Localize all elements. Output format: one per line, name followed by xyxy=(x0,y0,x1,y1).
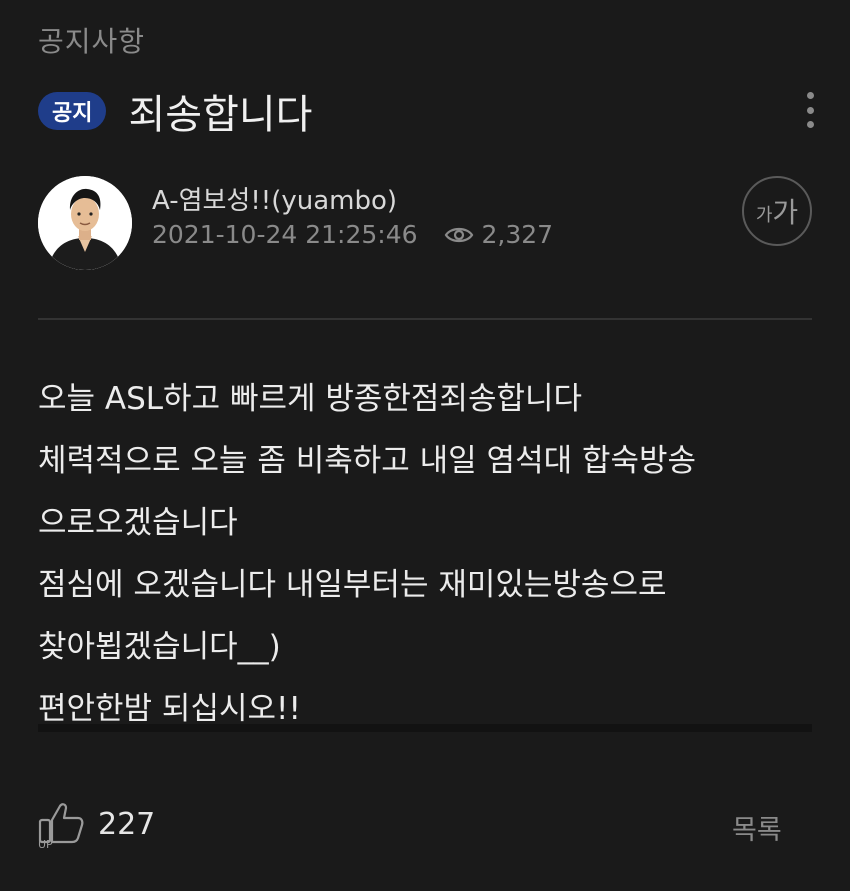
eye-icon xyxy=(444,227,473,242)
more-vertical-icon[interactable] xyxy=(800,88,820,132)
svg-text:UP: UP xyxy=(38,838,53,850)
post-content: 오늘 ASL하고 빠르게 방종한점죄송합니다 체력적으로 오늘 좀 비축하고 내… xyxy=(38,368,820,740)
content-line: 점심에 오겠습니다 내일부터는 재미있는방송으로 xyxy=(38,567,667,603)
like-count: 227 xyxy=(98,806,156,842)
content-line: 오늘 ASL하고 빠르게 방종한점죄송합니다 xyxy=(38,381,583,417)
content-end-divider xyxy=(38,724,812,732)
post-meta: 2021-10-24 21:25:46 2,327 xyxy=(152,220,553,249)
font-size-small-label: 가 xyxy=(755,205,773,226)
content-line: 으로오겠습니다 xyxy=(38,505,238,541)
author-name[interactable]: A-염보성!!(yuambo) xyxy=(152,180,397,217)
like-button[interactable]: UP 227 xyxy=(36,798,155,850)
content-line: 찾아뵙겠습니다__) xyxy=(38,629,281,665)
divider xyxy=(38,318,812,320)
list-button[interactable]: 목록 xyxy=(732,808,782,847)
post-datetime: 2021-10-24 21:25:46 xyxy=(152,220,418,249)
content-line: 체력적으로 오늘 좀 비축하고 내일 염석대 합숙방송 xyxy=(38,443,697,479)
avatar[interactable] xyxy=(38,176,132,270)
post-title-row: 공지 죄송합니다 xyxy=(38,86,820,138)
view-count: 2,327 xyxy=(481,220,554,249)
font-size-button[interactable]: 가가 xyxy=(742,176,812,246)
thumbs-up-icon: UP xyxy=(38,803,84,850)
post-title: 죄송합니다 xyxy=(128,92,313,138)
notice-badge: 공지 xyxy=(38,92,107,130)
breadcrumb[interactable]: 공지사항 xyxy=(38,20,145,60)
font-size-large-label: 가 xyxy=(772,196,799,229)
